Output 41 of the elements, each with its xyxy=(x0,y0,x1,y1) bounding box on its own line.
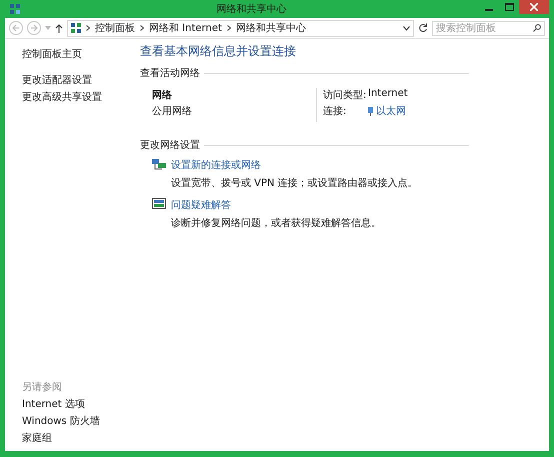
see-also-link[interactable]: 家庭组 xyxy=(22,431,133,445)
see-also-link[interactable]: Internet 选项 xyxy=(22,397,133,411)
control-panel-icon xyxy=(71,23,81,33)
close-icon[interactable] xyxy=(530,3,538,11)
refresh-icon[interactable] xyxy=(418,23,428,33)
search-icon[interactable] xyxy=(533,24,541,32)
page-title: 查看基本网络信息并设置连接 xyxy=(140,43,297,60)
field-label: 访问类型: xyxy=(323,88,368,102)
sidebar-link[interactable]: 更改高级共享设置 xyxy=(22,90,133,104)
dropdown-icon[interactable] xyxy=(403,26,410,30)
ethernet-icon xyxy=(368,106,373,116)
chevron-icon[interactable] xyxy=(86,25,90,31)
chevron-icon[interactable] xyxy=(226,25,231,31)
field-label: 连接: xyxy=(323,104,348,118)
section-heading: 另请参阅 xyxy=(22,380,63,394)
maximize-icon[interactable] xyxy=(504,3,514,11)
search-field[interactable]: 搜索控制面板 xyxy=(432,20,545,36)
network-name: 网络 xyxy=(152,88,173,102)
connection-link[interactable]: 以太网 xyxy=(376,104,406,118)
sidebar-link[interactable]: 控制面板主页 xyxy=(22,47,133,61)
address-bar[interactable]: 控制面板 网络和 Internet 网络和共享中心 xyxy=(67,20,414,36)
section-heading: 更改网络设置 xyxy=(140,138,200,152)
network-type: 公用网络 xyxy=(152,105,193,118)
app-icon xyxy=(10,4,20,14)
breadcrumb[interactable]: 控制面板 xyxy=(95,21,135,35)
access-type-value: Internet xyxy=(368,88,408,101)
task-description: 设置宽带、拨号或 VPN 连接；或设置路由器或接入点。 xyxy=(171,176,419,190)
sidebar-link[interactable]: 更改适配器设置 xyxy=(22,73,133,87)
task-link[interactable]: 问题疑难解答 xyxy=(171,198,469,213)
section-heading: 查看活动网络 xyxy=(140,66,200,80)
window-title: 网络和共享中心 xyxy=(216,2,288,16)
task-link[interactable]: 设置新的连接或网络 xyxy=(171,158,469,173)
see-also-link[interactable]: Windows 防火墙 xyxy=(22,414,133,428)
breadcrumb[interactable]: 网络和 Internet xyxy=(149,21,222,35)
close-button[interactable] xyxy=(519,0,549,14)
troubleshoot-icon xyxy=(152,198,166,210)
network-setup-icon xyxy=(152,158,166,170)
chevron-icon[interactable] xyxy=(140,25,144,31)
breadcrumb[interactable]: 网络和共享中心 xyxy=(236,21,306,35)
task-description: 诊断并修复网络问题，或者获得疑难解答信息。 xyxy=(171,216,382,230)
up-button[interactable] xyxy=(55,24,63,32)
